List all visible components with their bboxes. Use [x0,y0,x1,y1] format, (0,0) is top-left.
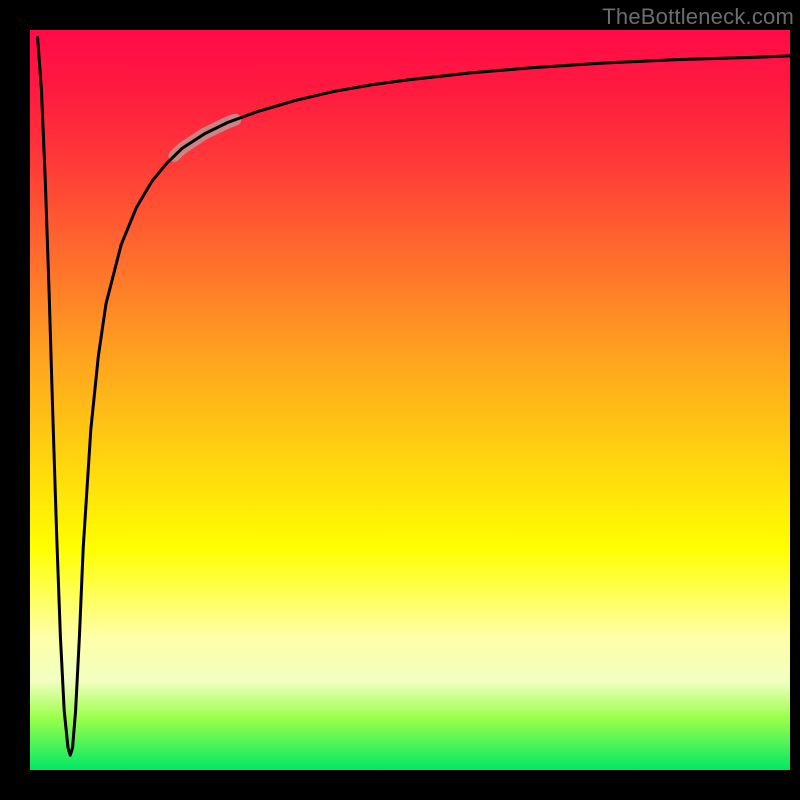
curve-svg [30,30,790,770]
highlight-segment [174,120,235,156]
watermark-text: TheBottleneck.com [602,4,794,30]
plot-area [30,30,790,770]
chart-container: TheBottleneck.com [0,0,800,800]
curve-path [38,37,790,755]
